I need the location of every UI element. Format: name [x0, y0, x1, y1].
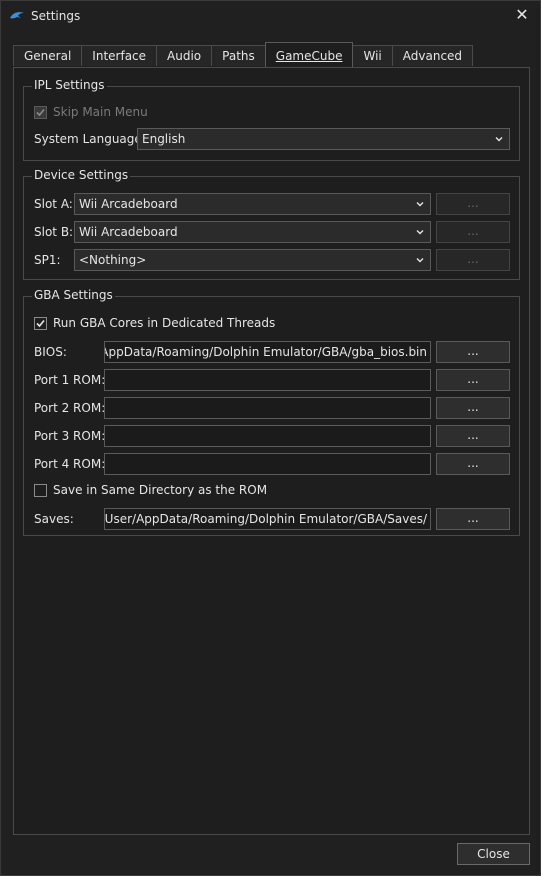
- tab-wii[interactable]: Wii: [352, 45, 393, 66]
- port4-rom-input[interactable]: [104, 453, 431, 475]
- close-button[interactable]: Close: [457, 843, 530, 865]
- save-same-dir-checkbox[interactable]: [34, 484, 47, 497]
- dedicated-threads-checkbox[interactable]: [34, 317, 47, 330]
- saves-browse-button[interactable]: ...: [436, 508, 510, 530]
- ipl-settings-group: IPL Settings Skip Main Menu System Langu…: [23, 78, 520, 161]
- saves-path-value: Jsers/User/AppData/Roaming/Dolphin Emula…: [104, 512, 427, 526]
- chevron-down-icon: [416, 258, 424, 263]
- port4-rom-label: Port 4 ROM:: [34, 457, 106, 471]
- gamecube-panel: IPL Settings Skip Main Menu System Langu…: [13, 67, 530, 835]
- slot-b-label: Slot B:: [34, 225, 74, 239]
- sp1-value: <Nothing>: [79, 253, 147, 267]
- bios-browse-button[interactable]: ...: [436, 341, 510, 363]
- close-icon[interactable]: ✕: [512, 5, 532, 25]
- slot-b-value: Wii Arcadeboard: [79, 225, 178, 239]
- slot-a-config-button[interactable]: ...: [436, 193, 510, 215]
- port4-browse-button[interactable]: ...: [436, 453, 510, 475]
- port2-rom-label: Port 2 ROM:: [34, 401, 106, 415]
- slot-a-value: Wii Arcadeboard: [79, 197, 178, 211]
- chevron-down-icon: [495, 137, 503, 142]
- tab-paths[interactable]: Paths: [211, 45, 266, 66]
- dolphin-icon: [10, 12, 24, 19]
- slot-b-config-button[interactable]: ...: [436, 221, 510, 243]
- chevron-down-icon: [416, 230, 424, 235]
- slot-b-dropdown[interactable]: Wii Arcadeboard: [74, 221, 431, 243]
- tab-interface[interactable]: Interface: [81, 45, 158, 66]
- port3-rom-input[interactable]: [104, 425, 431, 447]
- tab-bar: General Interface Audio Paths GameCube W…: [13, 42, 474, 67]
- skip-main-menu-checkbox[interactable]: [34, 106, 47, 119]
- settings-window: Settings ✕ General Interface Audio Paths…: [0, 0, 541, 876]
- port1-browse-button[interactable]: ...: [436, 369, 510, 391]
- ipl-settings-legend: IPL Settings: [32, 78, 107, 92]
- port2-browse-button[interactable]: ...: [436, 397, 510, 419]
- port3-rom-label: Port 3 ROM:: [34, 429, 106, 443]
- port1-rom-label: Port 1 ROM:: [34, 373, 106, 387]
- skip-main-menu-label: Skip Main Menu: [53, 105, 148, 119]
- sp1-config-button[interactable]: ...: [436, 249, 510, 271]
- bios-label: BIOS:: [34, 345, 67, 359]
- port1-rom-input[interactable]: [104, 369, 431, 391]
- port3-browse-button[interactable]: ...: [436, 425, 510, 447]
- save-same-dir-label: Save in Same Directory as the ROM: [53, 483, 268, 497]
- title-bar: Settings ✕: [1, 1, 540, 31]
- port2-rom-input[interactable]: [104, 397, 431, 419]
- system-language-dropdown[interactable]: English: [137, 128, 510, 150]
- tab-gamecube[interactable]: GameCube: [264, 42, 354, 67]
- sp1-label: SP1:: [34, 253, 61, 267]
- sp1-dropdown[interactable]: <Nothing>: [74, 249, 431, 271]
- checkmark-icon: [36, 108, 45, 117]
- system-language-label: System Language:: [34, 132, 146, 146]
- bios-path-value: Jser/AppData/Roaming/Dolphin Emulator/GB…: [104, 345, 427, 359]
- gba-settings-legend: GBA Settings: [32, 288, 115, 302]
- saves-label: Saves:: [34, 512, 74, 526]
- tab-general[interactable]: General: [13, 45, 83, 66]
- gba-settings-group: GBA Settings Run GBA Cores in Dedicated …: [23, 288, 520, 536]
- device-settings-legend: Device Settings: [32, 168, 131, 182]
- device-settings-group: Device Settings Slot A: Wii Arcadeboard …: [23, 168, 520, 280]
- window-title: Settings: [31, 9, 81, 23]
- slot-a-dropdown[interactable]: Wii Arcadeboard: [74, 193, 431, 215]
- chevron-down-icon: [416, 202, 424, 207]
- tab-advanced[interactable]: Advanced: [391, 45, 474, 66]
- tab-audio[interactable]: Audio: [156, 45, 213, 66]
- slot-a-label: Slot A:: [34, 197, 73, 211]
- bios-path-input[interactable]: Jser/AppData/Roaming/Dolphin Emulator/GB…: [104, 341, 431, 363]
- checkmark-icon: [36, 319, 45, 328]
- saves-path-input[interactable]: Jsers/User/AppData/Roaming/Dolphin Emula…: [104, 508, 431, 530]
- dedicated-threads-label: Run GBA Cores in Dedicated Threads: [53, 316, 276, 330]
- system-language-value: English: [142, 132, 186, 146]
